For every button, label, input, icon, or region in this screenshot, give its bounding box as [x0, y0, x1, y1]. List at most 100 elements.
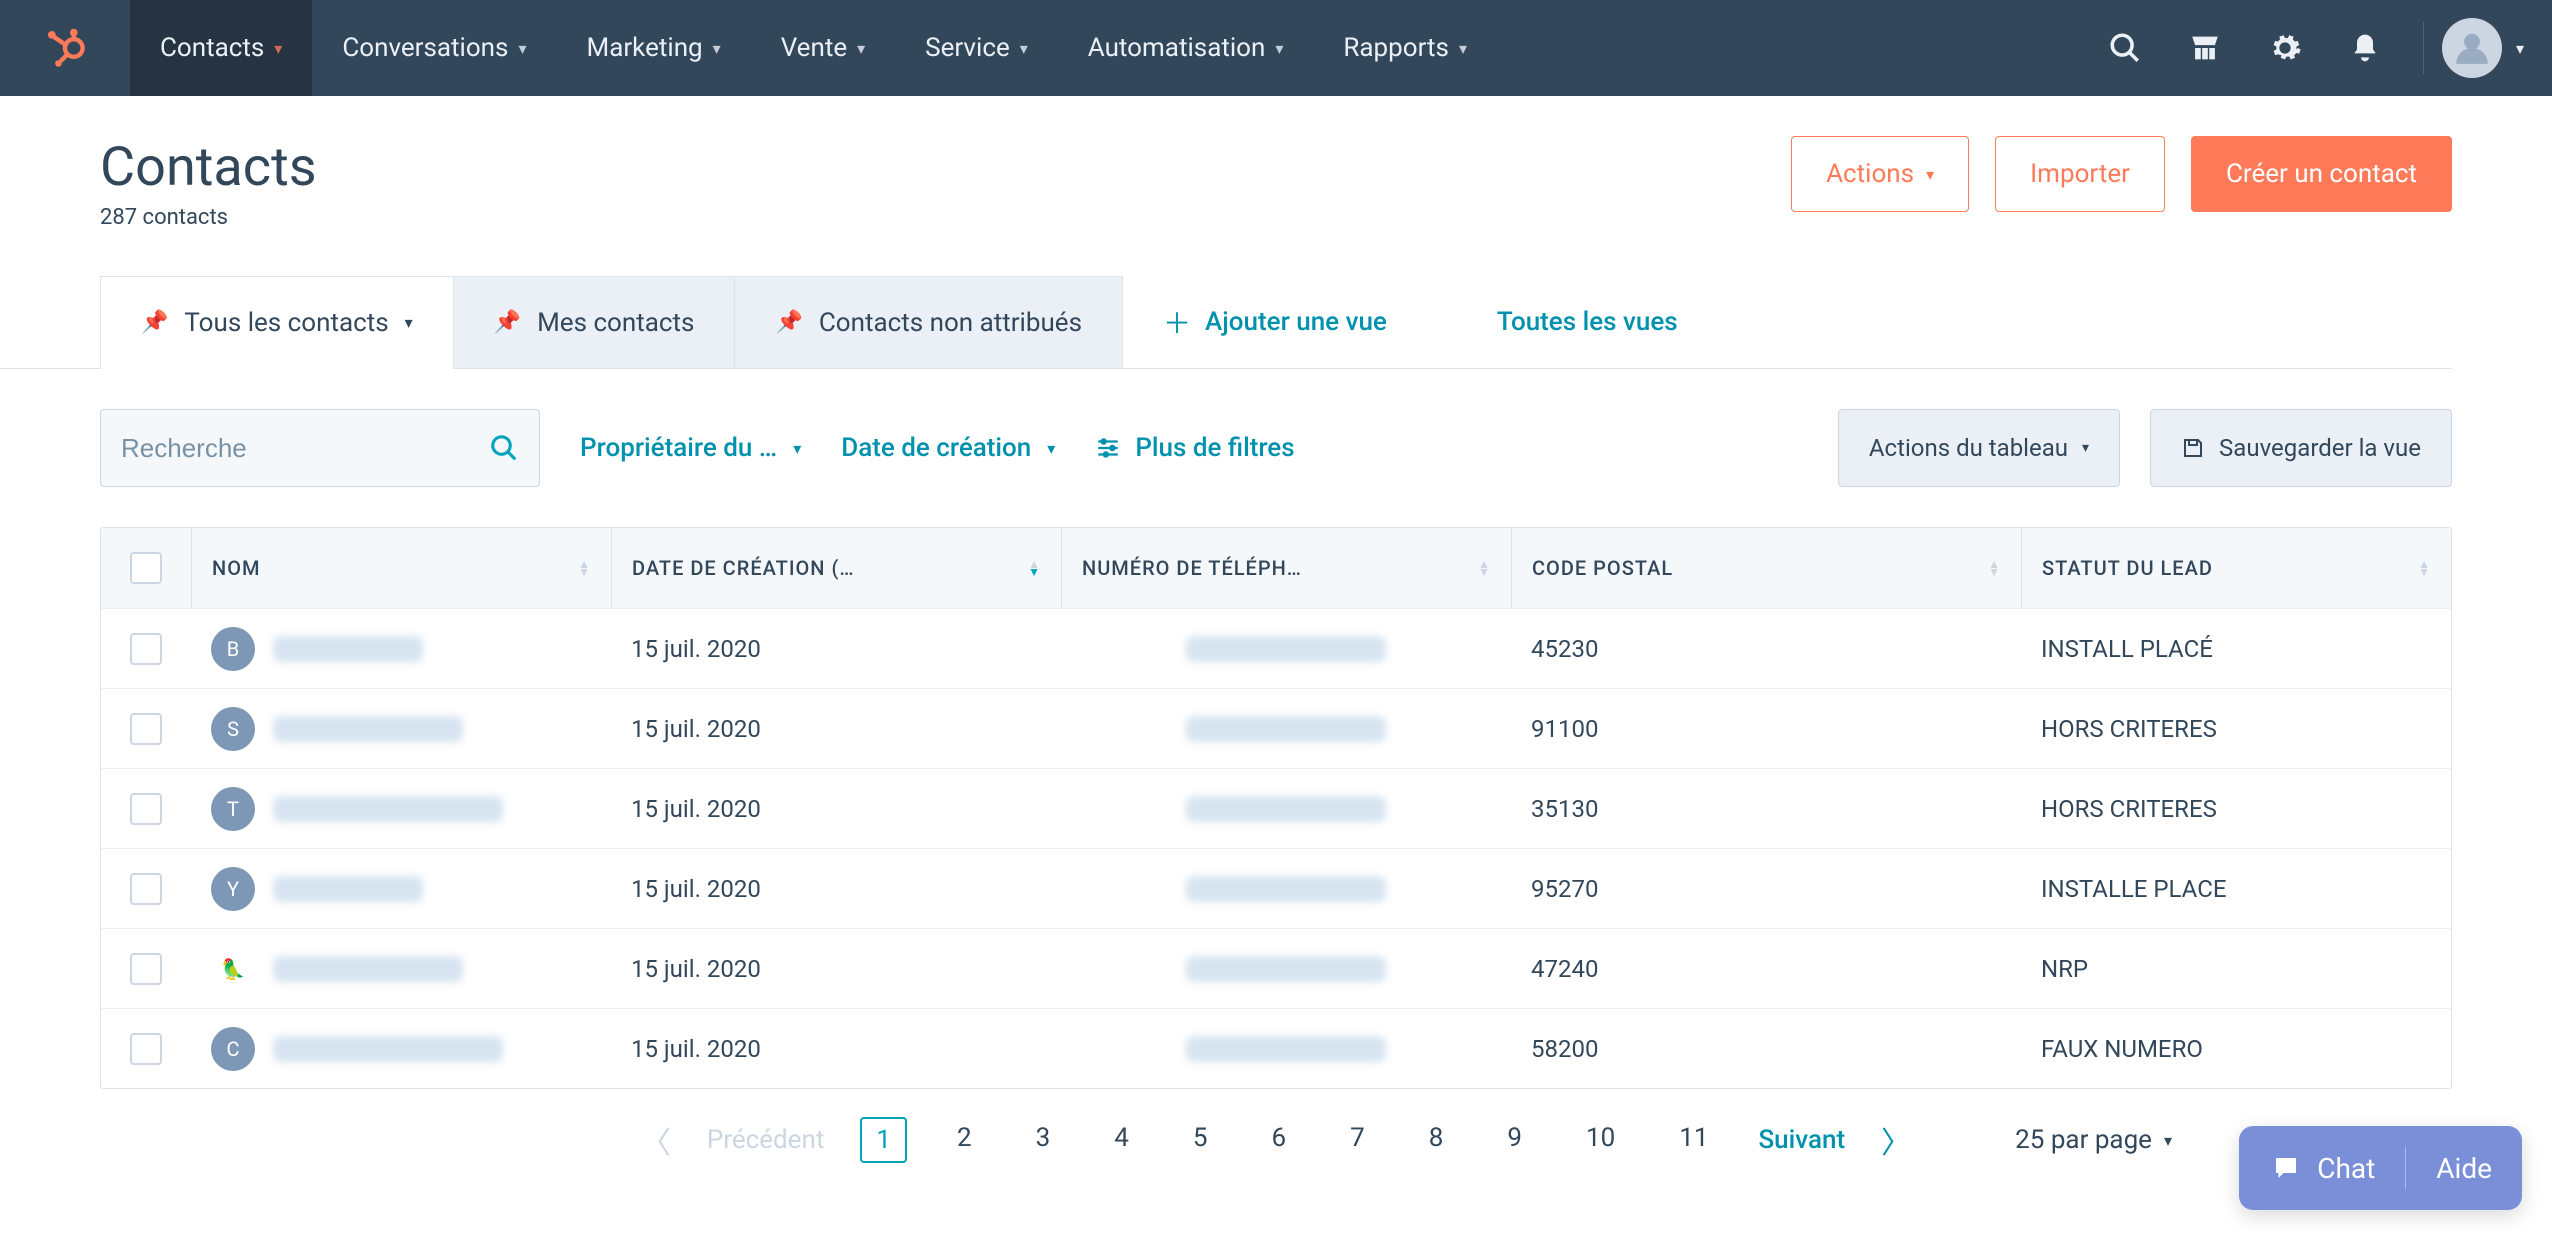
bell-icon[interactable]	[2341, 24, 2389, 72]
button-label: Actions du tableau	[1869, 434, 2068, 462]
page-number[interactable]: 10	[1572, 1117, 1629, 1163]
col-label: NOM	[212, 556, 260, 580]
checkbox[interactable]	[130, 552, 162, 584]
row-checkbox-cell[interactable]	[101, 873, 191, 905]
page-number[interactable]: 2	[943, 1117, 986, 1163]
row-checkbox-cell[interactable]	[101, 953, 191, 985]
postal-cell: 45230	[1511, 635, 2021, 663]
prev-arrow[interactable]: 〈	[641, 1118, 671, 1162]
nav-rapports[interactable]: Rapports ▾	[1313, 0, 1497, 96]
page-number[interactable]: 9	[1493, 1117, 1536, 1163]
nav-label: Contacts	[160, 33, 264, 63]
marketplace-icon[interactable]	[2181, 24, 2229, 72]
name-cell[interactable]: B	[191, 627, 611, 671]
add-view-link[interactable]: ＋ Ajouter une vue	[1123, 276, 1427, 368]
table-row[interactable]: C 15 juil. 2020 58200 FAUX NUMERO	[101, 1008, 2451, 1088]
page-number[interactable]: 7	[1336, 1117, 1379, 1163]
table-actions-button[interactable]: Actions du tableau ▾	[1838, 409, 2120, 487]
button-label: Sauvegarder la vue	[2219, 434, 2421, 462]
gear-icon[interactable]	[2261, 24, 2309, 72]
name-cell[interactable]: S	[191, 707, 611, 751]
caret-down-icon: ▾	[1926, 165, 1934, 184]
table-row[interactable]: T 15 juil. 2020 35130 HORS CRITERES	[101, 768, 2451, 848]
hubspot-logo[interactable]	[0, 0, 130, 96]
create-contact-button[interactable]: Créer un contact	[2191, 136, 2452, 212]
col-lead-status[interactable]: STATUT DU LEAD ▲▼	[2021, 528, 2451, 608]
page-header: Contacts 287 contacts Actions ▾ Importer…	[100, 136, 2452, 230]
page-number[interactable]: 8	[1415, 1117, 1458, 1163]
table-row[interactable]: Y 15 juil. 2020 95270 INSTALLE PLACE	[101, 848, 2451, 928]
name-cell[interactable]: 🦜	[191, 947, 611, 991]
row-checkbox-cell[interactable]	[101, 633, 191, 665]
name-cell[interactable]: C	[191, 1027, 611, 1071]
create-date-filter[interactable]: Date de création ▾	[841, 433, 1055, 463]
next-button[interactable]: Suivant	[1758, 1125, 1845, 1155]
nav-automatisation[interactable]: Automatisation ▾	[1058, 0, 1314, 96]
table-row[interactable]: S 15 juil. 2020 91100 HORS CRITERES	[101, 688, 2451, 768]
nav-marketing[interactable]: Marketing ▾	[557, 0, 751, 96]
views-tabrow: 📌 Tous les contacts ▾ 📌 Mes contacts 📌 C…	[100, 276, 2452, 369]
nav-vente[interactable]: Vente ▾	[751, 0, 895, 96]
page-number[interactable]: 4	[1100, 1117, 1143, 1163]
prev-button[interactable]: Précédent	[707, 1125, 824, 1155]
save-view-button[interactable]: Sauvegarder la vue	[2150, 409, 2452, 487]
search-input-wrapper[interactable]	[100, 409, 540, 487]
chevron-down-icon[interactable]: ▾	[2516, 39, 2524, 58]
col-phone[interactable]: NUMÉRO DE TÉLÉPH… ▲▼	[1061, 528, 1511, 608]
col-postal[interactable]: CODE POSTAL ▲▼	[1511, 528, 2021, 608]
view-tab-unassigned[interactable]: 📌 Contacts non attribués	[735, 276, 1123, 368]
col-name[interactable]: NOM ▲▼	[191, 528, 611, 608]
checkbox[interactable]	[130, 793, 162, 825]
all-views-link[interactable]: Toutes les vues	[1457, 276, 1718, 368]
contacts-table: NOM ▲▼ DATE DE CRÉATION (… ▲▼ NUMÉRO DE …	[100, 527, 2452, 1089]
col-label: DATE DE CRÉATION (…	[632, 556, 855, 580]
col-label: NUMÉRO DE TÉLÉPH…	[1082, 556, 1302, 580]
chat-button[interactable]: Chat	[2239, 1126, 2405, 1210]
col-created[interactable]: DATE DE CRÉATION (… ▲▼	[611, 528, 1061, 608]
page-number[interactable]: 3	[1022, 1117, 1065, 1163]
plus-icon: ＋	[1163, 302, 1191, 342]
filter-label: Propriétaire du …	[580, 433, 777, 463]
import-button[interactable]: Importer	[1995, 136, 2165, 212]
row-checkbox-cell[interactable]	[101, 793, 191, 825]
contact-name	[273, 876, 423, 902]
page-number[interactable]: 5	[1179, 1117, 1222, 1163]
page-number[interactable]: 11	[1665, 1117, 1722, 1163]
select-all-header[interactable]	[101, 528, 191, 608]
link-label: Toutes les vues	[1497, 307, 1678, 337]
page-number[interactable]: 6	[1257, 1117, 1300, 1163]
sort-icon: ▲▼	[1988, 560, 2001, 576]
checkbox[interactable]	[130, 873, 162, 905]
per-page-select[interactable]: 25 par page ▾	[2015, 1125, 2172, 1155]
table-row[interactable]: 🦜 15 juil. 2020 47240 NRP	[101, 928, 2451, 1008]
button-label: Créer un contact	[2226, 159, 2417, 189]
row-checkbox-cell[interactable]	[101, 1033, 191, 1065]
checkbox[interactable]	[130, 953, 162, 985]
table-row[interactable]: B 15 juil. 2020 45230 INSTALL PLACÉ	[101, 608, 2451, 688]
search-input[interactable]	[121, 433, 489, 464]
help-button[interactable]: Aide	[2406, 1126, 2522, 1210]
more-filters-button[interactable]: Plus de filtres	[1095, 433, 1294, 463]
sort-icon: ▲▼	[578, 560, 591, 576]
nav-service[interactable]: Service ▾	[895, 0, 1058, 96]
search-icon[interactable]	[2101, 24, 2149, 72]
view-tab-my-contacts[interactable]: 📌 Mes contacts	[454, 276, 736, 368]
view-tab-all-contacts[interactable]: 📌 Tous les contacts ▾	[100, 276, 454, 368]
owner-filter[interactable]: Propriétaire du … ▾	[580, 433, 801, 463]
name-cell[interactable]: Y	[191, 867, 611, 911]
chevron-down-icon: ▾	[713, 39, 721, 58]
page-number[interactable]: 1	[860, 1117, 907, 1163]
row-checkbox-cell[interactable]	[101, 713, 191, 745]
phone-redacted	[1186, 716, 1386, 742]
nav-conversations[interactable]: Conversations ▾	[312, 0, 556, 96]
actions-button[interactable]: Actions ▾	[1791, 136, 1969, 212]
checkbox[interactable]	[130, 1033, 162, 1065]
phone-redacted	[1186, 796, 1386, 822]
name-cell[interactable]: T	[191, 787, 611, 831]
checkbox[interactable]	[130, 713, 162, 745]
nav-label: Service	[925, 33, 1010, 63]
nav-contacts[interactable]: Contacts ▾	[130, 0, 312, 96]
checkbox[interactable]	[130, 633, 162, 665]
next-arrow[interactable]: 〉	[1881, 1118, 1911, 1162]
user-avatar[interactable]	[2442, 18, 2502, 78]
